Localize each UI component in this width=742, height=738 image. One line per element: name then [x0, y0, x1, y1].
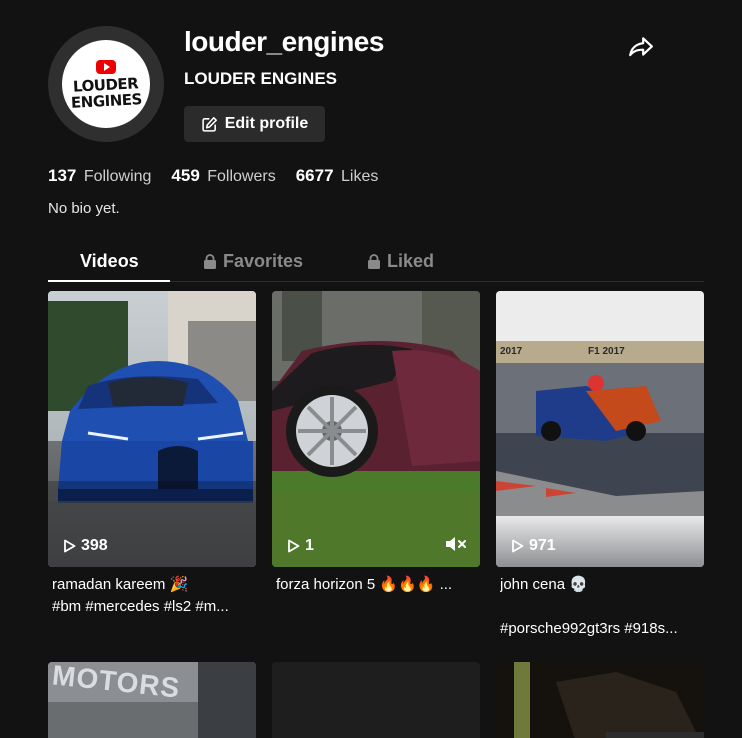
- following-stat[interactable]: 137 Following: [48, 166, 151, 186]
- profile-nickname: LOUDER ENGINES: [184, 69, 338, 88]
- video-thumbnail: [272, 291, 480, 567]
- tab-videos-label: Videos: [80, 251, 139, 271]
- view-count-text: 971: [529, 537, 556, 554]
- lock-icon: [368, 254, 380, 269]
- tab-favorites[interactable]: Favorites: [203, 251, 303, 272]
- followers-label: Followers: [207, 168, 276, 185]
- mute-icon[interactable]: [444, 535, 468, 553]
- video-thumbnail: [496, 662, 704, 738]
- video-card[interactable]: 398: [48, 291, 256, 567]
- video-card[interactable]: 2017 F1 2017 971: [496, 291, 704, 567]
- view-count-text: 1: [305, 537, 314, 554]
- tab-favorites-label: Favorites: [223, 251, 304, 271]
- play-icon: [64, 539, 76, 553]
- lock-icon: [204, 254, 216, 269]
- following-label: Following: [83, 168, 152, 185]
- tab-liked[interactable]: Liked: [367, 251, 434, 272]
- video-view-count: 1: [287, 537, 314, 555]
- view-count-text: 398: [81, 537, 108, 554]
- video-card[interactable]: 1: [272, 291, 480, 567]
- video-thumbnail: [496, 291, 704, 567]
- video-caption[interactable]: ramadan kareem 🎉: [52, 574, 262, 596]
- video-card[interactable]: [272, 662, 480, 738]
- profile-tabs: Videos Favorites Liked: [48, 244, 704, 282]
- video-card[interactable]: MOTORS: [48, 662, 256, 738]
- likes-label: Likes: [341, 168, 379, 185]
- play-icon: [512, 539, 524, 553]
- active-tab-indicator: [48, 280, 170, 282]
- tab-videos[interactable]: Videos: [80, 251, 139, 272]
- edit-profile-label: Edit profile: [224, 115, 309, 132]
- followers-stat[interactable]: 459 Followers: [171, 166, 275, 186]
- video-caption-hashtags[interactable]: #porsche992gt3rs #918s...: [500, 618, 705, 640]
- video-caption-hashtags[interactable]: #bm #mercedes #ls2 #m...: [52, 596, 262, 618]
- likes-count: 6677: [295, 166, 334, 185]
- likes-stat: 6677 Likes: [296, 166, 379, 186]
- avatar[interactable]: LOUDER ENGINES: [48, 26, 164, 142]
- avatar-logo-text-2: ENGINES: [70, 89, 142, 112]
- overlay-text-f1-left: 2017: [500, 346, 523, 357]
- avatar-image: LOUDER ENGINES: [62, 40, 150, 128]
- play-icon: [288, 539, 300, 553]
- profile-username: louder_engines: [184, 26, 384, 57]
- video-view-count: 971: [511, 537, 556, 555]
- edit-profile-button[interactable]: Edit profile: [184, 106, 325, 142]
- profile-bio: No bio yet.: [48, 200, 120, 217]
- overlay-text-f1-right: F1 2017: [588, 346, 625, 357]
- following-count: 137: [48, 166, 77, 185]
- video-caption[interactable]: forza horizon 5 🔥🔥🔥 ...: [276, 574, 476, 596]
- video-card[interactable]: [496, 662, 704, 738]
- video-thumbnail: [48, 291, 256, 567]
- edit-icon: [202, 116, 217, 132]
- profile-stats: 137 Following 459 Followers 6677 Likes: [48, 166, 378, 186]
- share-icon[interactable]: [628, 34, 654, 60]
- video-caption[interactable]: john cena 💀: [500, 574, 705, 596]
- tab-liked-label: Liked: [387, 251, 435, 271]
- youtube-logo-icon: [96, 59, 116, 74]
- video-view-count: 398: [63, 537, 108, 555]
- followers-count: 459: [171, 166, 200, 185]
